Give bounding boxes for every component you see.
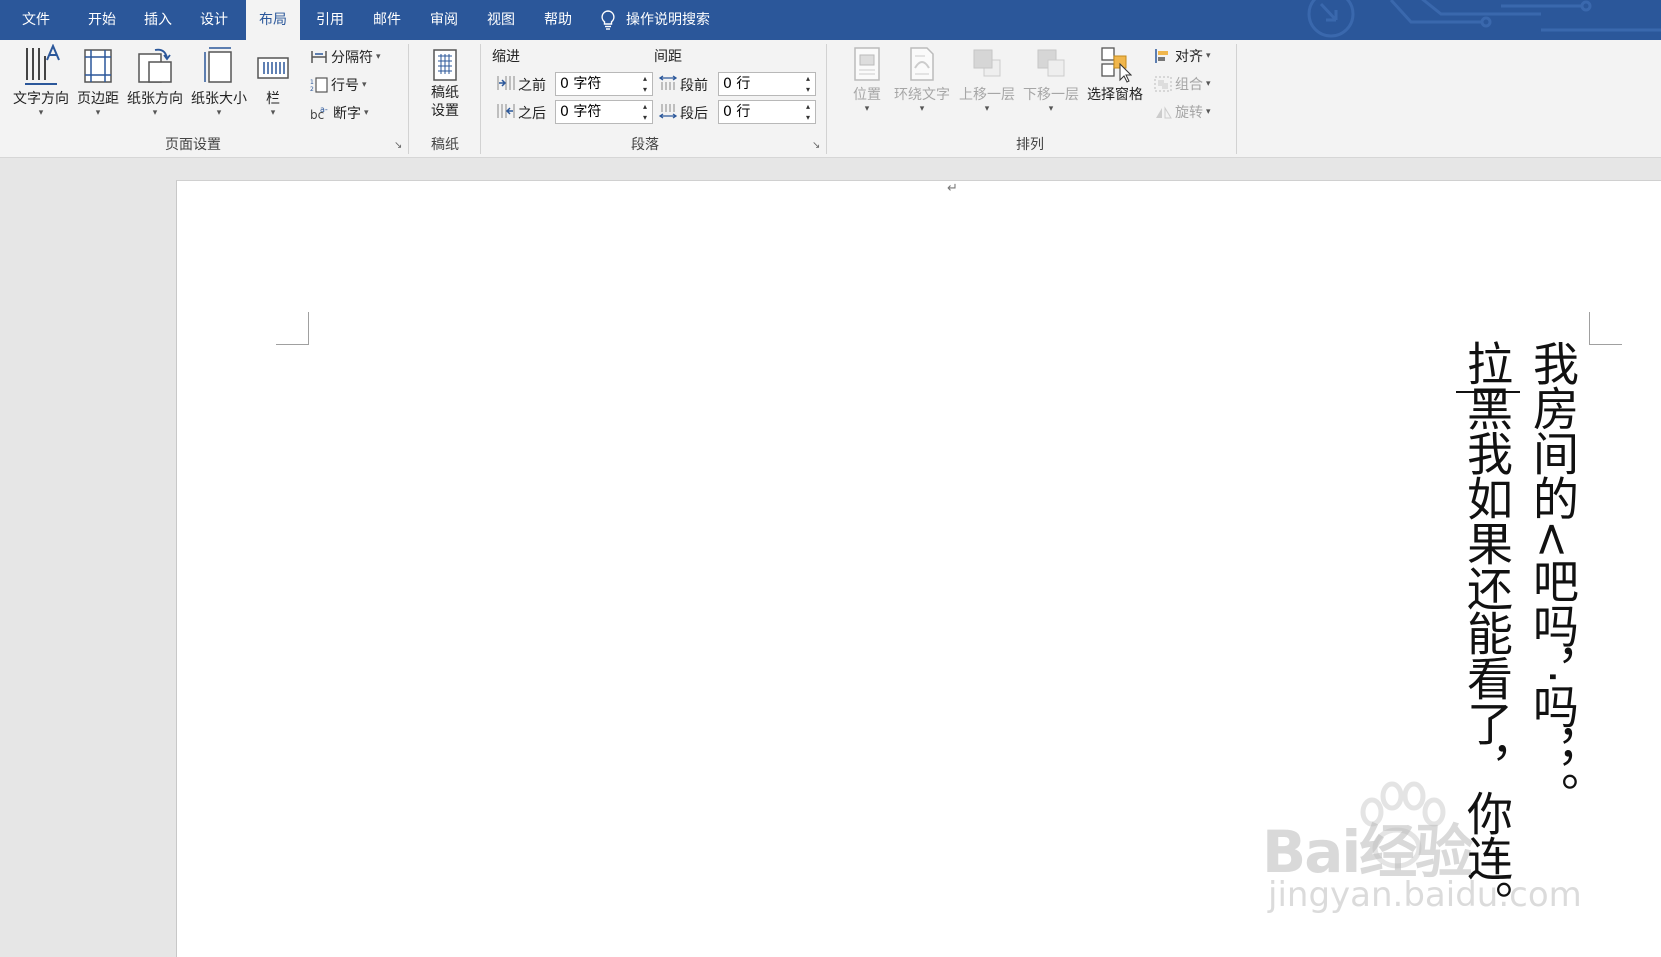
spacing-after-input[interactable]: 0 行 ▴ ▾ <box>718 100 816 124</box>
position-icon <box>854 47 880 81</box>
align-icon <box>1155 49 1168 63</box>
rotate-button[interactable]: 旋转 ▾ <box>1154 101 1211 123</box>
indent-before-label: 之前 <box>518 78 546 94</box>
indent-right-icon <box>497 104 515 118</box>
bring-forward-icon <box>973 49 1001 77</box>
lightbulb-icon <box>601 10 615 30</box>
line-numbers-icon: 12 <box>310 77 328 93</box>
spinner-arrows-icon[interactable]: ▴ ▾ <box>801 101 815 123</box>
selection-pane-icon <box>1101 47 1132 83</box>
text-direction-button[interactable]: 文字方向 ▾ <box>10 44 72 118</box>
tab-review[interactable]: 审阅 <box>416 0 472 40</box>
wrap-text-icon <box>910 47 934 81</box>
margins-icon <box>84 49 112 83</box>
tab-references[interactable]: 引用 <box>302 0 358 40</box>
circuit-decoration <box>1307 0 1661 38</box>
page-setup-launcher-icon[interactable]: ↘ <box>394 140 402 151</box>
tab-help[interactable]: 帮助 <box>530 0 586 40</box>
tab-design[interactable]: 设计 <box>186 0 242 40</box>
search-label: 操作说明搜索 <box>626 12 710 28</box>
watermark-url: jingyan.baidu.com <box>1268 875 1582 915</box>
paragraph-launcher-icon[interactable]: ↘ <box>812 140 820 151</box>
text-cursor-underline <box>1456 391 1520 393</box>
indent-after-label: 之后 <box>518 106 546 122</box>
group-separator <box>1236 44 1237 154</box>
tab-file[interactable]: 文件 <box>8 0 64 40</box>
group-separator <box>480 44 481 154</box>
margins-button[interactable]: 页边距 ▾ <box>74 44 122 118</box>
send-backward-button[interactable]: 下移一层 ▾ <box>1020 44 1082 114</box>
spacing-before-label: 段前 <box>680 78 708 94</box>
indent-before-input[interactable]: 0 字符 ▴ ▾ <box>555 72 653 96</box>
group-label-manuscript: 稿纸 <box>431 137 459 153</box>
spacing-after-label: 段后 <box>680 106 708 122</box>
send-backward-icon <box>1037 49 1065 77</box>
wrap-text-button[interactable]: 环绕文字 ▾ <box>890 44 954 114</box>
spacing-before-icon <box>658 75 678 90</box>
align-button[interactable]: 对齐 ▾ <box>1154 45 1211 67</box>
orientation-button[interactable]: 纸张方向 ▾ <box>124 44 186 118</box>
svg-text:1: 1 <box>310 79 314 86</box>
spinner-arrows-icon[interactable]: ▴ ▾ <box>638 73 652 95</box>
breaks-icon <box>311 51 327 63</box>
columns-button[interactable]: 栏 ▾ <box>256 44 290 118</box>
tab-layout[interactable]: 布局 <box>246 0 300 40</box>
text-direction-icon <box>25 44 60 85</box>
vertical-text-column-right[interactable]: 我房间的<吧吗，·吗，，。 <box>1525 340 1581 817</box>
columns-icon <box>257 57 289 79</box>
group-icon <box>1154 76 1172 92</box>
paragraph-mark: ↵ <box>947 181 958 196</box>
rotate-icon <box>1156 106 1172 119</box>
paper-size-icon <box>204 47 232 83</box>
manuscript-icon <box>433 49 457 81</box>
tab-home[interactable]: 开始 <box>74 0 130 40</box>
hyphenation-button[interactable]: bc a- 断字 ▾ <box>310 102 369 124</box>
spinner-arrows-icon[interactable]: ▴ ▾ <box>638 101 652 123</box>
ribbon: 文字方向 ▾ 页边距 ▾ 纸张方向 ▾ 纸张大小 ▾ 栏 ▾ 分隔符 ▾ 1 2… <box>0 40 1661 158</box>
group-separator <box>408 44 409 154</box>
group-button[interactable]: 组合 ▾ <box>1154 73 1211 95</box>
crop-mark-top-left <box>276 312 309 345</box>
selection-pane-button[interactable]: 选择窗格 <box>1084 44 1146 104</box>
svg-text:a-: a- <box>320 105 328 114</box>
tell-me-search[interactable]: 操作说明搜索 <box>600 0 710 40</box>
group-label-arrange: 排列 <box>1016 137 1044 153</box>
indent-after-input[interactable]: 0 字符 ▴ ▾ <box>555 100 653 124</box>
svg-text:2: 2 <box>310 86 314 93</box>
size-button[interactable]: 纸张大小 ▾ <box>188 44 250 118</box>
manuscript-settings-button[interactable]: 稿纸 设置 <box>418 44 472 120</box>
spacing-before-input[interactable]: 0 行 ▴ ▾ <box>718 72 816 96</box>
bring-forward-button[interactable]: 上移一层 ▾ <box>956 44 1018 114</box>
tab-view[interactable]: 视图 <box>473 0 529 40</box>
group-label-page-setup: 页面设置 <box>165 137 221 153</box>
spacing-after-icon <box>658 104 678 119</box>
group-separator <box>826 44 827 154</box>
breaks-button[interactable]: 分隔符 ▾ <box>310 46 381 68</box>
hyphenation-icon: bca- <box>310 105 328 121</box>
position-button[interactable]: 位置 ▾ <box>844 44 890 114</box>
spinner-arrows-icon[interactable]: ▴ ▾ <box>801 73 815 95</box>
orientation-icon <box>138 48 172 83</box>
menu-bar: 文件 开始 插入 设计 布局 引用 邮件 审阅 视图 帮助 操作说明搜索 <box>0 0 1661 40</box>
indent-header: 缩进 <box>492 49 520 65</box>
indent-left-icon <box>497 76 515 90</box>
tab-mailings[interactable]: 邮件 <box>359 0 415 40</box>
crop-mark-top-right <box>1589 312 1622 345</box>
tab-insert[interactable]: 插入 <box>130 0 186 40</box>
line-numbers-button[interactable]: 12 行号 ▾ <box>310 74 367 96</box>
spacing-header: 间距 <box>654 49 682 65</box>
group-label-paragraph: 段落 <box>631 137 659 153</box>
